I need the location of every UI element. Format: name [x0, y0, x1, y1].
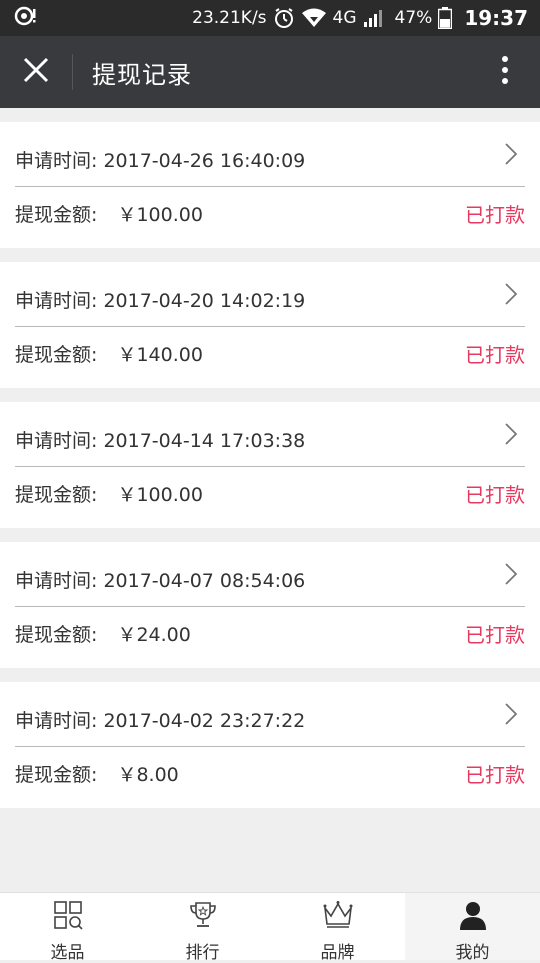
withdraw-amount-value: ￥100.00: [117, 484, 203, 506]
withdraw-amount-value: ￥140.00: [117, 344, 203, 366]
withdrawal-record[interactable]: 申请时间: 2017-04-14 17:03:38 提现金额: ￥100.00 …: [0, 402, 540, 528]
status-badge: 已打款: [465, 483, 525, 507]
apply-time-label: 申请时间:: [15, 150, 98, 172]
apply-time: 申请时间: 2017-04-20 14:02:19: [15, 286, 305, 313]
clock: 19:37: [464, 6, 528, 30]
withdraw-amount: 提现金额: ￥100.00: [15, 480, 203, 507]
record-divider: [15, 746, 525, 747]
tab-mine-label: 我的: [455, 943, 490, 963]
apply-time-label: 申请时间:: [15, 290, 98, 312]
withdraw-amount-label: 提现金额:: [15, 764, 98, 786]
status-badge: 已打款: [465, 343, 525, 367]
withdrawal-record[interactable]: 申请时间: 2017-04-07 08:54:06 提现金额: ￥24.00 已…: [0, 542, 540, 668]
status-badge: 已打款: [465, 763, 525, 787]
apply-time-label: 申请时间:: [15, 570, 98, 592]
withdraw-amount-label: 提现金额:: [15, 344, 98, 366]
tab-brand[interactable]: 品牌: [270, 893, 405, 963]
withdrawal-record[interactable]: 申请时间: 2017-04-20 14:02:19 提现金额: ￥140.00 …: [0, 262, 540, 388]
withdraw-amount-label: 提现金额:: [15, 624, 98, 646]
status-badge: 已打款: [465, 623, 525, 647]
apply-time-value: 2017-04-02 23:27:22: [103, 710, 306, 732]
withdraw-amount-value: ￥8.00: [117, 764, 179, 786]
withdraw-amount: 提现金额: ￥140.00: [15, 340, 203, 367]
tab-ranking[interactable]: 排行: [135, 893, 270, 963]
more-vertical-icon: [501, 55, 509, 89]
tab-bar: 选品 排行 品牌 我的: [0, 892, 540, 963]
trophy-icon: [188, 900, 218, 935]
tab-selection-label: 选品: [50, 943, 85, 963]
apply-time: 申请时间: 2017-04-07 08:54:06: [15, 566, 305, 593]
apply-time-value: 2017-04-26 16:40:09: [103, 150, 306, 172]
withdraw-amount: 提现金额: ￥24.00: [15, 620, 191, 647]
nav-divider: [72, 54, 73, 90]
crown-icon: [322, 900, 354, 935]
apply-time-label: 申请时间:: [15, 710, 98, 732]
apply-time: 申请时间: 2017-04-26 16:40:09: [15, 146, 305, 173]
user-icon: [458, 900, 488, 935]
battery-icon: [438, 7, 453, 29]
tab-mine[interactable]: 我的: [405, 893, 540, 963]
record-divider: [15, 466, 525, 467]
withdraw-amount-label: 提现金额:: [15, 204, 98, 226]
wifi-icon: [301, 8, 327, 28]
apply-time-value: 2017-04-14 17:03:38: [103, 430, 306, 452]
status-badge: 已打款: [465, 203, 525, 227]
grid-search-icon: [53, 900, 83, 935]
apply-time-value: 2017-04-20 14:02:19: [103, 290, 306, 312]
apply-time-value: 2017-04-07 08:54:06: [103, 570, 306, 592]
withdraw-amount-value: ￥100.00: [117, 204, 203, 226]
more-button[interactable]: [470, 36, 540, 108]
alarm-icon: [273, 7, 295, 29]
withdrawal-record[interactable]: 申请时间: 2017-04-02 23:27:22 提现金额: ￥8.00 已打…: [0, 682, 540, 808]
apply-time: 申请时间: 2017-04-14 17:03:38: [15, 426, 305, 453]
withdraw-amount-label: 提现金额:: [15, 484, 98, 506]
withdrawal-record[interactable]: 申请时间: 2017-04-26 16:40:09 提现金额: ￥100.00 …: [0, 122, 540, 248]
battery-level: 47%: [394, 8, 433, 28]
network-speed: 23.21K/s: [192, 8, 267, 28]
close-icon: [23, 57, 49, 87]
withdraw-amount-value: ￥24.00: [117, 624, 191, 646]
nav-bar: 提现记录: [0, 36, 540, 108]
chevron-right-icon[interactable]: [504, 422, 518, 450]
tab-ranking-label: 排行: [185, 943, 220, 963]
status-bar: 23.21K/s 4G 47% 19:37: [0, 0, 540, 36]
withdrawal-record-list: 申请时间: 2017-04-26 16:40:09 提现金额: ￥100.00 …: [0, 122, 540, 822]
close-button[interactable]: [0, 36, 72, 108]
withdraw-amount: 提现金额: ￥8.00: [15, 760, 179, 787]
notification-icon: [14, 5, 42, 32]
network-type: 4G: [332, 8, 357, 28]
chevron-right-icon[interactable]: [504, 142, 518, 170]
tab-brand-label: 品牌: [320, 943, 355, 963]
apply-time: 申请时间: 2017-04-02 23:27:22: [15, 706, 305, 733]
withdraw-amount: 提现金额: ￥100.00: [15, 200, 203, 227]
record-divider: [15, 326, 525, 327]
chevron-right-icon[interactable]: [504, 282, 518, 310]
tab-selection[interactable]: 选品: [0, 893, 135, 963]
record-divider: [15, 186, 525, 187]
page-title: 提现记录: [92, 60, 192, 89]
apply-time-label: 申请时间:: [15, 430, 98, 452]
chevron-right-icon[interactable]: [504, 702, 518, 730]
chevron-right-icon[interactable]: [504, 562, 518, 590]
signal-icon: [363, 8, 383, 28]
record-divider: [15, 606, 525, 607]
